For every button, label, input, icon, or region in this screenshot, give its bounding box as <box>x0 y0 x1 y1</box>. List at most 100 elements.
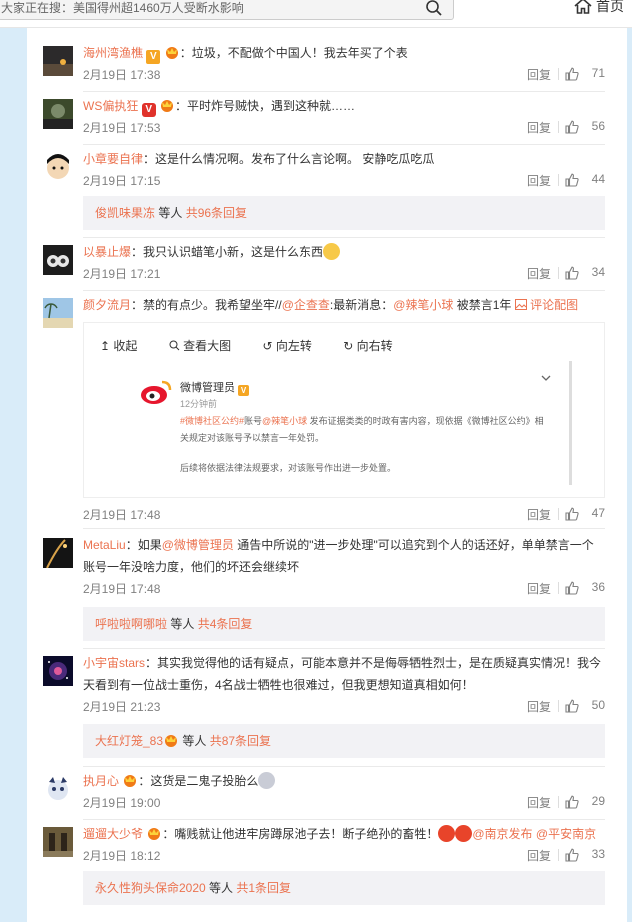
vip-crown-icon <box>165 735 178 747</box>
avatar[interactable] <box>43 656 73 686</box>
reply-username[interactable]: 永久性狗头保命2020 <box>95 881 206 895</box>
reply-button[interactable]: 回复 <box>527 506 551 523</box>
comment-image[interactable]: 微博管理员 V 12分钟前 #微博社区公约#账号@辣笔小球 发布证据类类的时政有… <box>124 361 572 485</box>
emoji-laugh-icon <box>323 243 341 260</box>
divider <box>558 174 559 186</box>
image-icon <box>514 299 527 310</box>
home-label: 首页 <box>596 0 624 14</box>
avatar[interactable] <box>43 99 73 129</box>
comment-meta: 2月19日 17:15 回复 44 <box>83 172 605 192</box>
image-post-author: 微博管理员 V <box>180 379 250 396</box>
avatar[interactable] <box>43 538 73 568</box>
avatar[interactable] <box>43 245 73 275</box>
reply-button[interactable]: 回复 <box>527 698 551 715</box>
more-replies-link[interactable]: 俊凯味果冻 等人 共96条回复 <box>83 196 605 230</box>
chevron-down-icon <box>541 375 551 381</box>
like-button[interactable]: 36 <box>565 580 605 595</box>
comment-username[interactable]: 以暴止爆 <box>83 245 131 259</box>
mention-link[interactable]: @微博管理员 <box>162 538 234 552</box>
like-count: 33 <box>591 847 605 861</box>
search-icon[interactable] <box>425 0 443 17</box>
avatar[interactable] <box>43 152 73 182</box>
like-button[interactable]: 47 <box>565 506 605 521</box>
verified-v-icon: V <box>146 50 161 64</box>
divider <box>83 648 605 649</box>
divider <box>558 849 559 861</box>
comment-time: 2月19日 17:38 <box>83 68 161 82</box>
reply-button[interactable]: 回复 <box>527 794 551 811</box>
divider <box>558 267 559 279</box>
like-button[interactable]: 29 <box>565 794 605 809</box>
home-link[interactable]: 首页 <box>574 0 624 16</box>
comment-text: ：这是什么情况啊。发布了什么言论啊。 安静吃瓜吃瓜 <box>143 152 435 166</box>
image-text-part: 账号 <box>244 416 263 426</box>
comment-image-link[interactable]: 评论配图 <box>514 298 578 312</box>
mention-link[interactable]: @企查查 <box>282 298 330 312</box>
vip-crown-icon <box>148 828 161 840</box>
comment-text: ：其实我觉得他的话有疑点，可能本意并不是侮辱牺牲烈士，是在质疑真实情况！我今天看… <box>83 656 602 692</box>
like-button[interactable]: 56 <box>565 119 605 134</box>
comment-time: 2月19日 17:15 <box>83 174 161 188</box>
divider <box>83 237 605 238</box>
reply-count[interactable]: 共4条回复 <box>198 617 253 631</box>
comment-meta: 2月19日 17:38 回复 71 <box>83 66 605 86</box>
reply-count[interactable]: 共87条回复 <box>210 734 271 748</box>
comment-username[interactable]: 遛遛大少爷 <box>83 827 143 841</box>
divider <box>83 766 605 767</box>
comment-meta: 2月19日 18:12 回复 33 <box>83 847 605 867</box>
like-count: 29 <box>591 794 605 808</box>
mention-link[interactable]: @平安南京 <box>536 827 596 841</box>
rotate-left-button[interactable]: ↺ 向左转 <box>262 339 325 353</box>
reply-button[interactable]: 回复 <box>527 847 551 864</box>
thumbs-up-icon <box>565 581 579 595</box>
like-button[interactable]: 50 <box>565 698 605 713</box>
comment-username[interactable]: 小章要自律 <box>83 152 143 166</box>
reply-button[interactable]: 回复 <box>527 172 551 189</box>
like-button[interactable]: 33 <box>565 847 605 862</box>
comment-username[interactable]: 小宇宙stars <box>83 656 145 670</box>
reply-count[interactable]: 共1条回复 <box>236 881 291 895</box>
like-button[interactable]: 34 <box>565 265 605 280</box>
divider <box>558 700 559 712</box>
like-button[interactable]: 71 <box>565 66 605 81</box>
reply-button[interactable]: 回复 <box>527 119 551 136</box>
reply-button[interactable]: 回复 <box>527 265 551 282</box>
more-replies-link[interactable]: 大红灯笼_83 等人 共87条回复 <box>83 724 605 758</box>
avatar[interactable] <box>43 298 73 328</box>
comment-username[interactable]: 颜夕流月 <box>83 298 131 312</box>
reply-mid: 等人 <box>205 881 237 895</box>
avatar[interactable] <box>43 46 73 76</box>
like-count: 71 <box>591 66 605 80</box>
avatar[interactable] <box>43 774 73 804</box>
comment-username[interactable]: 执月心 <box>83 774 119 788</box>
comment-username[interactable]: WS偏执狂 <box>83 99 138 113</box>
image-post-time: 12分钟前 <box>180 399 218 409</box>
divider <box>558 508 559 520</box>
reply-username[interactable]: 俊凯味果冻 <box>95 206 155 220</box>
divider <box>558 121 559 133</box>
view-large-button[interactable]: 查看大图 <box>169 339 245 353</box>
comment-username[interactable]: 海州湾渔樵 <box>83 46 143 60</box>
image-post-author-name: 微博管理员 <box>180 382 235 394</box>
rotate-right-button[interactable]: ↻ 向右转 <box>343 339 406 353</box>
reply-username[interactable]: 大红灯笼_83 <box>95 734 163 748</box>
more-replies-link[interactable]: 永久性狗头保命2020 等人 共1条回复 <box>83 871 605 905</box>
reply-mid: 等人 <box>155 206 186 220</box>
mention-link[interactable]: @辣笔小球 <box>393 298 453 312</box>
avatar[interactable] <box>43 827 73 857</box>
reply-count[interactable]: 共96条回复 <box>186 206 247 220</box>
reply-button[interactable]: 回复 <box>527 580 551 597</box>
like-button[interactable]: 44 <box>565 172 605 187</box>
more-replies-link[interactable]: 呼啦啦啊哪啦 等人 共4条回复 <box>83 607 605 641</box>
comment-username[interactable]: MetaLiu <box>83 538 126 552</box>
divider <box>558 796 559 808</box>
comment-text: 被禁言1年 <box>453 298 515 312</box>
divider <box>83 290 605 291</box>
search-input[interactable]: 大家正在搜：美国得州超1460万人受断水影响 <box>0 0 454 20</box>
reply-username[interactable]: 呼啦啦啊哪啦 <box>95 617 167 631</box>
thumbs-up-icon <box>565 795 579 809</box>
reply-button[interactable]: 回复 <box>527 66 551 83</box>
comment-meta: 2月19日 19:00 回复 29 <box>83 794 605 814</box>
mention-link[interactable]: @南京发布 <box>472 827 532 841</box>
collapse-button[interactable]: ↥ 收起 <box>100 339 151 353</box>
